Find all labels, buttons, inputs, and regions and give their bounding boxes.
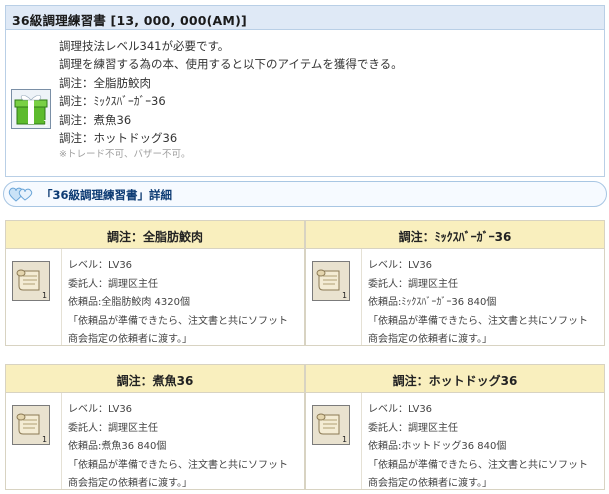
recipe-card: 調注：ﾐｯｸｽﾊﾞｰｶﾞｰ36 1 レベル：LV36 委託人：調理区主任 依頼品… (305, 220, 605, 346)
scroll-icon[interactable]: 1 (312, 405, 350, 445)
scroll-icon[interactable]: 1 (12, 261, 50, 301)
card-icon-count: 1 (42, 291, 47, 300)
card-message: 「依頼品が準備できたら、注文書と共にソフット (68, 315, 288, 327)
scroll-icon[interactable]: 1 (312, 261, 350, 301)
card-client: 委託人：調理区主任 (368, 422, 458, 434)
card-level: レベル：LV36 (368, 260, 433, 271)
recipe-card-details: レベル：LV36 委託人：調理区主任 依頼品:ホットドッグ36 840個 「依頼… (368, 401, 588, 494)
section-header: 「36級調理練習書」詳細 (3, 181, 607, 207)
recipe-card-details: レベル：LV36 委託人：調理区主任 依頼品:ﾐｯｸｽﾊﾞｰｶﾞｰ36 840個… (368, 257, 588, 350)
item-line: 調理技法レベル341が必要です。 (59, 39, 230, 53)
section-title: 「36級調理練習書」詳細 (41, 188, 173, 202)
recipe-card-details: レベル：LV36 委託人：調理区主任 依頼品:煮魚36 840個 「依頼品が準備… (68, 401, 288, 494)
recipe-card-title: 調注：煮魚36 (6, 365, 304, 393)
card-message: 商会指定の依頼者に渡す。」 (368, 478, 492, 489)
card-client: 委託人：調理区主任 (68, 278, 158, 290)
card-message: 商会指定の依頼者に渡す。」 (68, 478, 192, 489)
card-message: 「依頼品が準備できたら、注文書と共にソフット (368, 459, 588, 471)
item-line: 調注：全脂肪鮫肉 (59, 75, 151, 90)
recipe-card-title: 調注：ﾐｯｸｽﾊﾞｰｶﾞｰ36 (306, 221, 604, 249)
card-client: 委託人：調理区主任 (368, 278, 458, 290)
card-request: 依頼品:煮魚36 840個 (68, 441, 167, 452)
recipe-card-details: レベル：LV36 委託人：調理区主任 依頼品:全脂肪鮫肉 4320個 「依頼品が… (68, 257, 288, 350)
item-description: 調理技法レベル341が必要です。 調理を練習する為の本、使用すると以下のアイテム… (59, 37, 403, 163)
recipe-card: 調注：ホットドッグ36 1 レベル：LV36 委託人：調理区主任 依頼品:ホット… (305, 364, 605, 490)
recipe-card: 調注：煮魚36 1 レベル：LV36 委託人：調理区主任 依頼品:煮魚36 84… (5, 364, 305, 490)
card-request: 依頼品:ホットドッグ36 840個 (368, 441, 507, 452)
card-message: 「依頼品が準備できたら、注文書と共にソフット (68, 459, 288, 471)
card-level: レベル：LV36 (68, 404, 133, 415)
card-icon-count: 1 (42, 435, 47, 444)
card-icon-count: 1 (342, 435, 347, 444)
card-request: 依頼品:ﾐｯｸｽﾊﾞｰｶﾞｰ36 840個 (368, 297, 497, 308)
scroll-icon[interactable]: 1 (12, 405, 50, 445)
recipe-card-title: 調注：全脂肪鮫肉 (6, 221, 304, 249)
card-icon-count: 1 (342, 291, 347, 300)
item-box: 36級調理練習書 [13, 000, 000(AM)] 1 調理技法レベル341… (5, 5, 605, 177)
item-line: 調注：ホットドッグ36 (59, 131, 178, 146)
card-client: 委託人：調理区主任 (68, 422, 158, 434)
card-message: 商会指定の依頼者に渡す。」 (368, 334, 492, 345)
card-request: 依頼品:全脂肪鮫肉 4320個 (68, 297, 190, 308)
item-line: 調注：煮魚36 (59, 112, 132, 127)
item-line: 調理を練習する為の本、使用すると以下のアイテムを獲得できる。 (59, 57, 403, 72)
card-level: レベル：LV36 (68, 260, 133, 271)
green-gift-box-icon[interactable]: 1 (11, 89, 51, 129)
recipe-card: 調注：全脂肪鮫肉 1 レベル：LV36 委託人：調理区主任 依頼品:全脂肪鮫肉 … (5, 220, 305, 346)
card-message: 商会指定の依頼者に渡す。」 (68, 334, 192, 345)
card-level: レベル：LV36 (368, 404, 433, 415)
card-message: 「依頼品が準備できたら、注文書と共にソフット (368, 315, 588, 327)
item-title: 36級調理練習書 [13, 000, 000(AM)] (6, 6, 604, 30)
item-line: 調注：ﾐｯｸｽﾊﾞｰｶﾞｰ36 (59, 94, 166, 109)
item-body: 1 調理技法レベル341が必要です。 調理を練習する為の本、使用すると以下のアイ… (6, 30, 604, 176)
double-heart-icon (8, 186, 34, 203)
item-icon-count: 1 (43, 119, 48, 128)
item-note: ※トレード不可、バザー不可。 (59, 149, 191, 161)
recipe-card-title: 調注：ホットドッグ36 (306, 365, 604, 393)
